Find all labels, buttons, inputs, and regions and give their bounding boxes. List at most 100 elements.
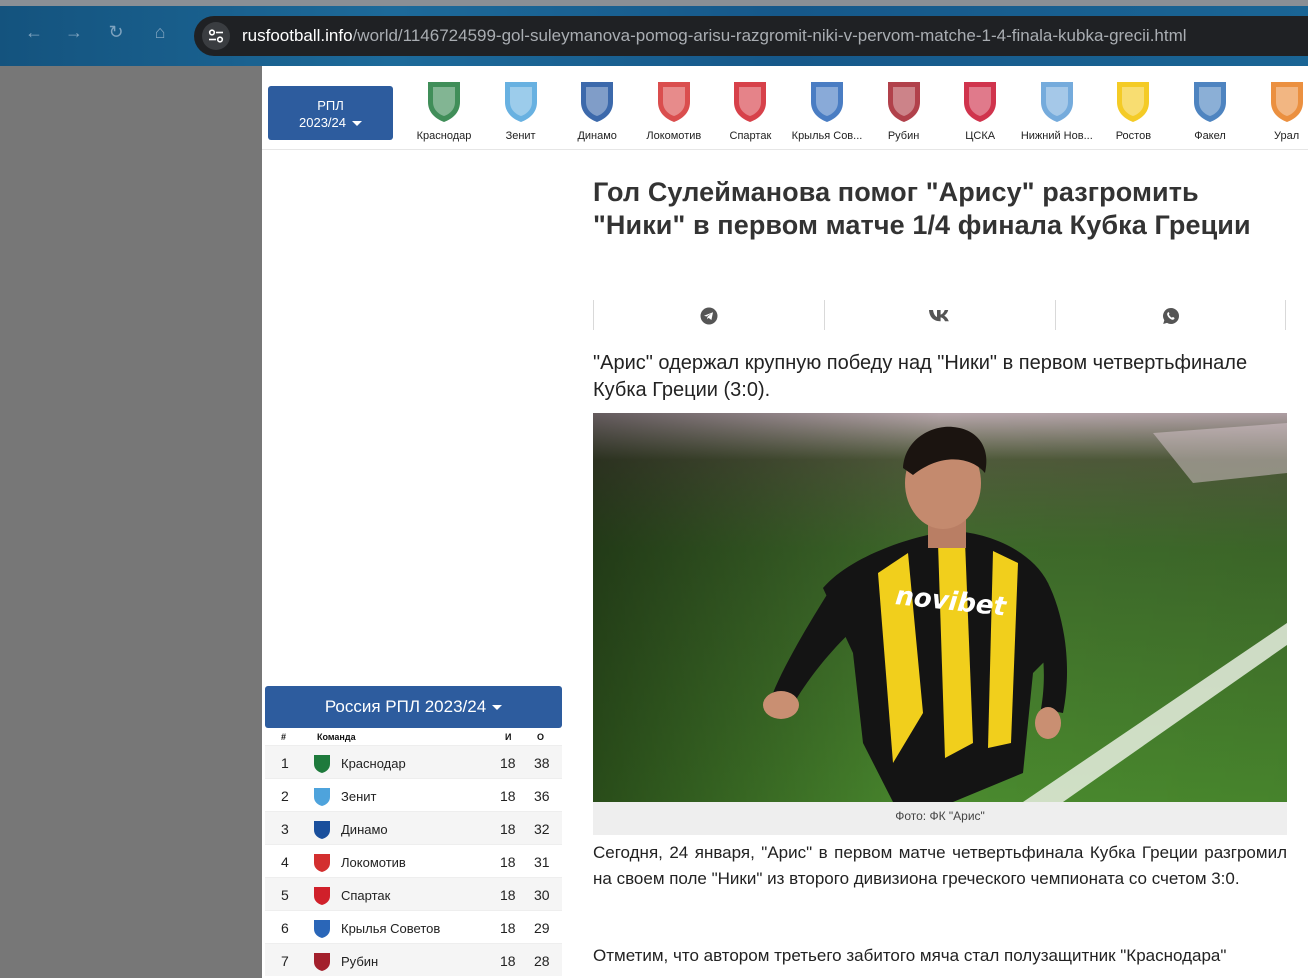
article-paragraph-1: Сегодня, 24 января, "Арис" в первом матч… — [593, 843, 1287, 888]
team-crest-icon — [314, 920, 330, 938]
club-crest-icon — [652, 76, 696, 124]
row-team: Спартак — [341, 888, 391, 903]
share-telegram-button[interactable] — [593, 300, 824, 330]
telegram-icon — [700, 307, 718, 325]
article-lead: "Арис" одержал крупную победу над "Ники"… — [593, 352, 1248, 401]
season-dropdown-button[interactable]: РПЛ 2023/24 — [268, 86, 393, 140]
club-crest-icon — [1111, 76, 1155, 124]
team-crest-icon — [314, 821, 330, 839]
row-points: 36 — [534, 788, 550, 804]
club-crest-icon — [1265, 76, 1308, 124]
page-gutter — [0, 66, 262, 978]
club-link[interactable]: Спартак — [712, 76, 788, 148]
row-games: 18 — [500, 821, 516, 837]
col-team: Команда — [317, 732, 356, 742]
row-position: 3 — [281, 821, 289, 837]
url-path: /world/1146724599-gol-suleymanova-pomog-… — [352, 26, 1187, 45]
club-link[interactable]: Ростов — [1095, 76, 1171, 148]
team-crest-icon — [314, 755, 330, 773]
home-icon[interactable]: ⌂ — [148, 20, 172, 44]
club-crest-icon — [422, 76, 466, 124]
club-link[interactable]: Урал — [1249, 76, 1308, 148]
club-link[interactable]: Локомотив — [636, 76, 712, 148]
club-name: Ростов — [1115, 130, 1152, 142]
club-link[interactable]: Зенит — [483, 76, 559, 148]
forward-icon[interactable]: → — [62, 20, 86, 44]
club-name: ЦСКА — [965, 130, 996, 142]
club-crest-icon — [882, 76, 926, 124]
table-row[interactable]: 5 Спартак 18 30 — [265, 877, 562, 910]
club-name: Крылья Сов... — [791, 130, 863, 142]
club-link[interactable]: Краснодар — [406, 76, 482, 148]
row-points: 30 — [534, 887, 550, 903]
club-crest-icon — [499, 76, 543, 124]
row-points: 29 — [534, 920, 550, 936]
season-label-line1: РПЛ — [317, 98, 344, 113]
table-row[interactable]: 2 Зенит 18 36 — [265, 778, 562, 811]
row-games: 18 — [500, 854, 516, 870]
table-row[interactable]: 7 Рубин 18 28 — [265, 943, 562, 976]
col-pos: # — [281, 732, 287, 742]
row-points: 31 — [534, 854, 550, 870]
club-link[interactable]: Крылья Сов... — [789, 76, 865, 148]
caret-down-icon — [492, 705, 503, 711]
url-text[interactable]: rusfootball.info/world/1146724599-gol-su… — [242, 16, 1187, 56]
row-team: Крылья Советов — [341, 921, 441, 936]
standings-title: Россия РПЛ 2023/24 — [324, 697, 487, 716]
row-position: 4 — [281, 854, 289, 870]
club-link[interactable]: Нижний Нов... — [1019, 76, 1095, 148]
club-name: Спартак — [729, 130, 772, 142]
row-position: 1 — [281, 755, 289, 771]
table-row[interactable]: 3 Динамо 18 32 — [265, 811, 562, 844]
url-host: rusfootball.info — [242, 26, 353, 45]
photo-caption: Фото: ФК "Арис" — [593, 802, 1287, 835]
row-team: Динамо — [341, 822, 388, 837]
club-name: Краснодар — [416, 130, 472, 142]
address-bar[interactable]: rusfootball.info/world/1146724599-gol-su… — [194, 16, 1308, 56]
row-team: Рубин — [341, 954, 379, 969]
row-games: 18 — [500, 920, 516, 936]
team-crest-icon — [314, 788, 330, 806]
row-games: 18 — [500, 788, 516, 804]
article-title: Гол Сулейманова помог "Арису" разгромить… — [593, 177, 1251, 240]
reload-icon[interactable]: ↻ — [104, 20, 128, 44]
table-row[interactable]: 1 Краснодар 18 38 — [265, 745, 562, 778]
club-strip: РПЛ 2023/24 Краснодар Зенит Динамо Локомоти… — [262, 66, 1308, 150]
team-crest-icon — [314, 854, 330, 872]
club-name: Нижний Нов... — [1020, 130, 1093, 142]
season-label-line2: 2023/24 — [299, 115, 346, 130]
row-points: 32 — [534, 821, 550, 837]
club-crest-icon — [958, 76, 1002, 124]
club-name: Рубин — [887, 130, 920, 142]
share-bar — [593, 300, 1287, 330]
site-settings-icon[interactable] — [202, 22, 230, 50]
share-vk-button[interactable] — [824, 300, 1055, 330]
club-link[interactable]: ЦСКА — [942, 76, 1018, 148]
club-name: Локомотив — [646, 130, 702, 142]
club-crest-icon — [575, 76, 619, 124]
club-name: Зенит — [505, 130, 536, 142]
standings-league-dropdown[interactable]: Россия РПЛ 2023/24 — [265, 686, 562, 728]
row-team: Зенит — [341, 789, 377, 804]
team-crest-icon — [314, 887, 330, 905]
club-link[interactable]: Рубин — [866, 76, 942, 148]
table-row[interactable]: 6 Крылья Советов 18 29 — [265, 910, 562, 943]
whatsapp-icon — [1162, 308, 1179, 324]
row-points: 28 — [534, 953, 550, 969]
standings-header: # Команда И О — [265, 728, 562, 745]
table-row[interactable]: 4 Локомотив 18 31 — [265, 844, 562, 877]
club-link[interactable]: Факел — [1172, 76, 1248, 148]
club-link[interactable]: Динамо — [559, 76, 635, 148]
col-games: И — [505, 732, 512, 742]
row-games: 18 — [500, 887, 516, 903]
club-crest-icon — [728, 76, 772, 124]
back-icon[interactable]: ← — [22, 20, 46, 44]
row-position: 7 — [281, 953, 289, 969]
vk-icon — [929, 310, 949, 322]
caret-down-icon — [352, 121, 362, 127]
row-position: 2 — [281, 788, 289, 804]
row-games: 18 — [500, 953, 516, 969]
row-position: 6 — [281, 920, 289, 936]
club-crest-icon — [1188, 76, 1232, 124]
share-whatsapp-button[interactable] — [1055, 300, 1286, 330]
